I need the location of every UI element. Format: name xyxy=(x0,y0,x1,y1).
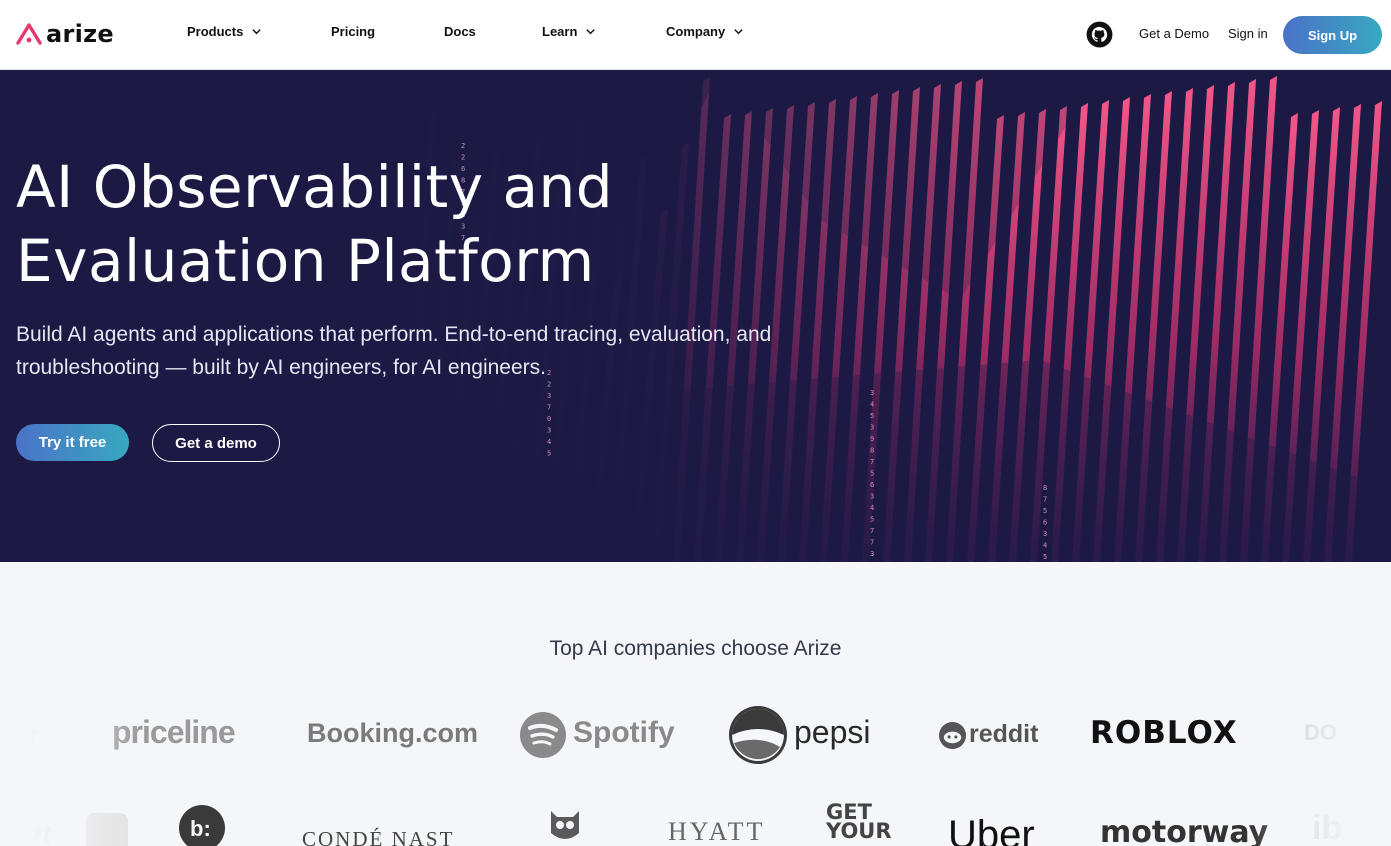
chevron-down-icon xyxy=(252,29,262,35)
top-nav: arize Products Pricing Docs Learn Compan… xyxy=(0,0,1391,70)
hyatt-logo: HYATT xyxy=(668,817,766,846)
hero-digit-glyph: 3 xyxy=(547,427,551,435)
hero-digit-glyph: 5 xyxy=(870,470,874,478)
logo-text: arize xyxy=(46,20,115,48)
logo-fade-left xyxy=(0,680,140,846)
get-a-demo-link[interactable]: Get a Demo xyxy=(1139,26,1209,41)
pepsi-logo: pepsi xyxy=(794,714,871,750)
nav-company-label: Company xyxy=(666,24,726,39)
arize-logo-icon xyxy=(16,23,42,45)
hero-digit-glyph: 7 xyxy=(547,404,551,412)
hero-digit-glyph: 6 xyxy=(1043,519,1047,527)
hero-digit-glyph: 6 xyxy=(870,481,874,489)
booking-logo: Booking.com xyxy=(307,718,479,748)
hero-digit-glyph: 5 xyxy=(1043,553,1047,561)
hero-digit-glyph: 7 xyxy=(870,562,874,563)
hero-digit-glyph: 5 xyxy=(870,412,874,420)
hero-digit-glyph: 8 xyxy=(870,447,874,455)
reddit-logo: reddit xyxy=(969,720,1039,748)
svg-text:b:: b: xyxy=(190,816,211,841)
hero-digit-glyph: 8 xyxy=(1043,484,1047,492)
hero-section: 2268722372237034534539875634577378756345… xyxy=(0,70,1391,562)
nav-company[interactable]: Company xyxy=(666,24,744,39)
pepsi-icon xyxy=(729,706,787,764)
motorway-logo: motorway xyxy=(1100,815,1269,846)
get-a-demo-button[interactable]: Get a demo xyxy=(152,424,280,462)
github-icon[interactable] xyxy=(1086,21,1113,48)
hero-digit-glyph: 4 xyxy=(547,438,551,446)
nav-products[interactable]: Products xyxy=(187,24,262,39)
hero-digit-glyph: 0 xyxy=(547,415,551,423)
sign-up-button[interactable]: Sign Up xyxy=(1283,16,1382,54)
hero-digit-glyph: 5 xyxy=(547,450,551,458)
nav-learn-label: Learn xyxy=(542,24,578,39)
getyourguide-logo: GET YOUR xyxy=(826,800,892,843)
nav-learn[interactable]: Learn xyxy=(542,24,596,39)
hero-digit-glyph: 3 xyxy=(547,392,551,400)
hero-digit-glyph: 7 xyxy=(870,458,874,466)
spotify-logo: Spotify xyxy=(573,716,675,749)
logo-fade-right xyxy=(1251,680,1391,846)
hero-digit-glyph: 4 xyxy=(870,504,874,512)
sign-in-link[interactable]: Sign in xyxy=(1228,26,1268,41)
chevron-down-icon xyxy=(734,29,743,35)
customers-heading: Top AI companies choose Arize xyxy=(549,637,842,660)
hero-digit-glyph: 3 xyxy=(870,550,874,558)
try-it-free-button[interactable]: Try it free xyxy=(16,424,129,461)
hero-title: AI Observability and Evaluation Platform xyxy=(16,153,614,295)
nav-pricing[interactable]: Pricing xyxy=(331,24,375,39)
hero-background-graphic: 2268722372237034534539875634577378756345… xyxy=(0,70,1391,562)
nav-products-label: Products xyxy=(187,24,244,39)
chevron-down-icon xyxy=(586,29,596,35)
hero-digit-glyph: 3 xyxy=(870,424,874,432)
hero-digit-glyph: 5 xyxy=(870,516,874,524)
hero-digit-glyph: 2 xyxy=(461,142,465,150)
bumble-icon: b: xyxy=(179,805,225,846)
customer-logos-row-1: or priceline Booking.com Spotify pepsi r… xyxy=(0,700,1391,770)
hero-digit-glyph: 7 xyxy=(870,539,874,547)
duolingo-icon xyxy=(551,811,579,839)
arize-logo[interactable]: arize xyxy=(16,20,114,48)
hero-digit-glyph: 9 xyxy=(870,435,874,443)
customer-logos-row-2: art b: CONDÉ NAST HYATT GET YOUR Uber mo… xyxy=(0,795,1391,846)
nav-pricing-label: Pricing xyxy=(331,24,376,39)
reddit-icon xyxy=(938,721,967,750)
roblox-logo: ROBLOX xyxy=(1090,715,1238,751)
spotify-icon xyxy=(520,712,566,758)
hero-subtitle: Build AI agents and applications that pe… xyxy=(16,323,772,379)
hero-digit-glyph: 3 xyxy=(870,389,874,397)
hero-digit-glyph: 7 xyxy=(1043,496,1047,504)
hero-digit-glyph: 3 xyxy=(1043,530,1047,538)
hero-digit-glyph: 5 xyxy=(1043,507,1047,515)
hero-digit-glyph: 4 xyxy=(870,401,874,409)
hero-digit-glyph: 3 xyxy=(870,493,874,501)
conde-nast-logo: CONDÉ NAST xyxy=(302,827,455,846)
uber-logo: Uber xyxy=(948,813,1035,846)
hero-digit-glyph: 4 xyxy=(1043,542,1047,550)
nav-docs[interactable]: Docs xyxy=(444,24,476,39)
nav-docs-label: Docs xyxy=(444,24,476,39)
hero-digit-glyph: 7 xyxy=(870,527,874,535)
